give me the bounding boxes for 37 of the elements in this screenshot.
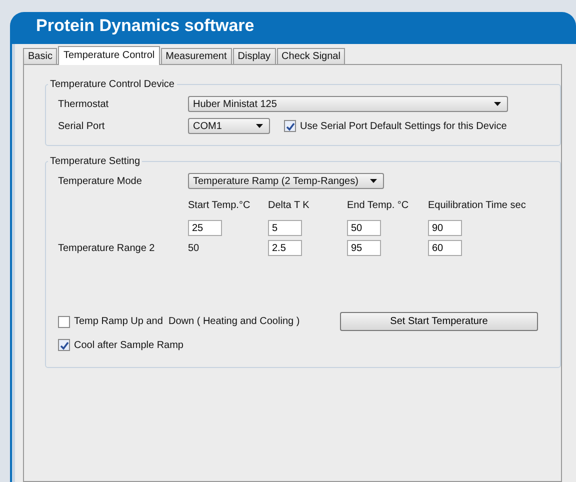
serial-port-dropdown[interactable]: COM1 — [188, 118, 270, 134]
window-title: Protein Dynamics software — [35, 15, 256, 37]
input-field[interactable]: 2.5 — [268, 240, 302, 256]
set-start-temperature-button[interactable]: Set Start Temperature — [340, 312, 538, 331]
checkbox[interactable] — [58, 339, 70, 351]
field-label: Temperature Mode — [58, 176, 143, 186]
tab[interactable]: Measurement — [160, 48, 232, 64]
input-field[interactable]: 90 — [428, 220, 462, 236]
field-label: Thermostat — [58, 98, 110, 110]
field-label: Serial Port — [58, 120, 106, 132]
input-field[interactable]: 5 — [268, 220, 302, 236]
input-field[interactable]: 60 — [428, 240, 462, 256]
column-header: End Temp. °C — [347, 200, 410, 213]
group-title: Temperature Control Device — [49, 79, 176, 90]
checkbox-label: Temp Ramp Up and Down ( Heating and Cooling ) — [74, 316, 300, 327]
tab[interactable]: Basic — [23, 48, 58, 64]
checkbox[interactable] — [284, 120, 296, 132]
column-header: Start Temp.°C — [188, 200, 252, 213]
dropdown-arrow-icon — [494, 102, 501, 106]
row-label: Temperature Range 2 — [58, 242, 156, 254]
tab[interactable]: Check Signal — [276, 48, 346, 64]
input-field[interactable]: 25 — [188, 220, 222, 236]
dropdown-arrow-icon — [370, 179, 377, 183]
column-header: Delta T K — [268, 200, 310, 213]
column-header: Equilibration Time sec — [428, 200, 527, 213]
thermostat-dropdown[interactable]: Huber Ministat 125 — [188, 96, 508, 112]
group-title: Temperature Setting — [49, 156, 142, 167]
mode-dropdown[interactable]: Temperature Ramp (2 Temp-Ranges) — [188, 173, 384, 189]
input-field[interactable]: 95 — [347, 240, 381, 256]
checkbox-label: Cool after Sample Ramp — [74, 340, 184, 350]
checkbox[interactable] — [58, 316, 70, 328]
start-value: 50 — [188, 242, 200, 254]
tab[interactable]: Display — [232, 48, 276, 64]
input-field[interactable]: 50 — [347, 220, 381, 236]
dropdown-arrow-icon — [256, 124, 263, 128]
tab[interactable]: Temperature Control — [58, 46, 160, 65]
checkbox-label: Use Serial Port Default Settings for this Device — [300, 120, 507, 132]
